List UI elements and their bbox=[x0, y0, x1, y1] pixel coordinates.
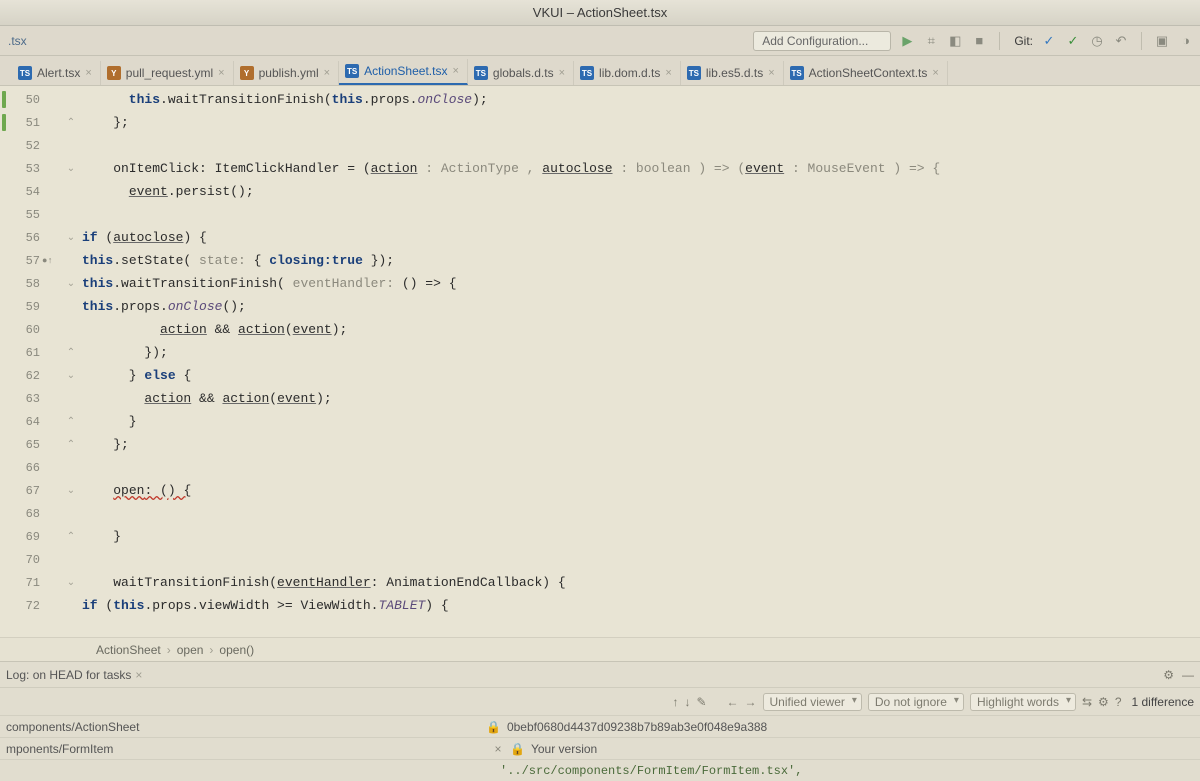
minimize-icon[interactable]: — bbox=[1182, 668, 1194, 682]
diff-left-path: mponents/FormItem bbox=[6, 742, 486, 756]
close-icon[interactable]: × bbox=[559, 67, 565, 79]
breadcrumb-item[interactable]: open bbox=[177, 643, 204, 657]
edit-icon[interactable]: ✎ bbox=[696, 695, 706, 709]
log-tab[interactable]: Log: on HEAD for tasks × bbox=[6, 668, 142, 682]
editor-tab-bar: TSAlert.tsx× Ypull_request.yml× Ypublish… bbox=[0, 56, 1200, 86]
run-icon[interactable]: ▶ bbox=[899, 33, 915, 49]
file-ext-tab[interactable]: .tsx bbox=[6, 32, 29, 50]
close-icon[interactable]: × bbox=[768, 67, 774, 79]
gear-icon[interactable]: ⚙ bbox=[1098, 695, 1109, 709]
editor-tab-active[interactable]: TSActionSheet.tsx× bbox=[339, 59, 468, 85]
ts-icon: TS bbox=[474, 66, 488, 80]
editor-tab[interactable]: Ypull_request.yml× bbox=[101, 61, 234, 85]
chevron-right-icon: › bbox=[209, 643, 213, 657]
breadcrumb[interactable]: ActionSheet › open › open() bbox=[0, 637, 1200, 661]
chevron-right-icon: › bbox=[167, 643, 171, 657]
git-label: Git: bbox=[1014, 34, 1033, 48]
diff-toolbar: ↑ ↓ ✎ ← → Unified viewer Do not ignore H… bbox=[0, 687, 1200, 715]
git-commit-icon[interactable]: ✓ bbox=[1065, 33, 1081, 49]
collapse-unchanged-icon[interactable]: ⇆ bbox=[1082, 695, 1092, 709]
close-icon[interactable]: × bbox=[324, 67, 330, 79]
diff-revision: 0bebf0680d4437d09238b7b89ab3e0f048e9a388 bbox=[507, 720, 767, 734]
lock-icon: 🔒 bbox=[486, 720, 501, 734]
close-icon[interactable]: × bbox=[85, 67, 91, 79]
breadcrumb-item[interactable]: open() bbox=[219, 643, 254, 657]
toolbar-separator bbox=[1141, 32, 1142, 50]
ts-icon: TS bbox=[790, 66, 804, 80]
settings-icon[interactable]: ◑ bbox=[1178, 33, 1194, 49]
debug-icon[interactable]: ⌗ bbox=[923, 33, 939, 49]
diff-header: components/ActionSheet 🔒 0bebf0680d4437d… bbox=[0, 715, 1200, 759]
next-file-icon[interactable]: ↓ bbox=[684, 695, 690, 709]
breadcrumb-item[interactable]: ActionSheet bbox=[96, 643, 161, 657]
editor-tab[interactable]: TSglobals.d.ts× bbox=[468, 61, 574, 85]
editor-tab[interactable]: TSAlert.tsx× bbox=[12, 61, 101, 85]
close-icon[interactable]: × bbox=[665, 67, 671, 79]
tool-window-tabs: Log: on HEAD for tasks × ⚙ — bbox=[0, 661, 1200, 687]
git-revert-icon[interactable]: ↶ bbox=[1113, 33, 1129, 49]
lock-icon: 🔒 bbox=[510, 742, 525, 756]
line-number-gutter: 5051525354555657 ●↑585960616263646566676… bbox=[0, 86, 60, 637]
close-icon[interactable]: × bbox=[452, 65, 458, 77]
search-everywhere-icon[interactable]: ▣ bbox=[1154, 33, 1170, 49]
gear-icon[interactable]: ⚙ bbox=[1163, 668, 1174, 682]
nav-forward-icon[interactable]: → bbox=[745, 695, 757, 709]
ignore-whitespace-dropdown[interactable]: Do not ignore bbox=[868, 693, 964, 711]
tsx-icon: TS bbox=[18, 66, 32, 80]
tsx-icon: TS bbox=[345, 64, 359, 78]
stop-icon[interactable]: ■ bbox=[971, 33, 987, 49]
diff-revision: Your version bbox=[531, 742, 597, 756]
yml-icon: Y bbox=[240, 66, 254, 80]
editor-tab[interactable]: TSlib.dom.d.ts× bbox=[574, 61, 681, 85]
diff-code-line: '../src/components/FormItem/FormItem.tsx… bbox=[0, 759, 1200, 781]
toolbar-separator bbox=[999, 32, 1000, 50]
highlight-dropdown[interactable]: Highlight words bbox=[970, 693, 1076, 711]
close-icon[interactable]: × bbox=[218, 67, 224, 79]
git-update-icon[interactable]: ✓ bbox=[1041, 33, 1057, 49]
editor-tab[interactable]: Ypublish.yml× bbox=[234, 61, 339, 85]
close-icon[interactable]: × bbox=[135, 668, 142, 682]
fold-column: ⌃⌄⌄⌄⌃⌄⌃⌃⌄⌃⌄ bbox=[60, 86, 82, 637]
help-icon[interactable]: ? bbox=[1115, 695, 1122, 709]
code-editor[interactable]: 5051525354555657 ●↑585960616263646566676… bbox=[0, 86, 1200, 661]
nav-back-icon[interactable]: ← bbox=[727, 695, 739, 709]
editor-tab[interactable]: TSActionSheetContext.ts× bbox=[784, 61, 948, 85]
coverage-icon[interactable]: ◧ bbox=[947, 33, 963, 49]
ts-icon: TS bbox=[580, 66, 594, 80]
main-toolbar: .tsx Add Configuration... ▶ ⌗ ◧ ■ Git: ✓… bbox=[0, 26, 1200, 56]
ts-icon: TS bbox=[687, 66, 701, 80]
code-content[interactable]: this.waitTransitionFinish(this.props.onC… bbox=[82, 86, 1200, 637]
window-title: VKUI – ActionSheet.tsx bbox=[0, 0, 1200, 26]
prev-file-icon[interactable]: ↑ bbox=[672, 695, 678, 709]
close-icon[interactable]: × bbox=[486, 742, 510, 756]
diff-count: 1 difference bbox=[1132, 695, 1195, 709]
diff-left-path: components/ActionSheet bbox=[6, 720, 486, 734]
close-icon[interactable]: × bbox=[932, 67, 938, 79]
run-config-dropdown[interactable]: Add Configuration... bbox=[753, 31, 891, 51]
viewer-mode-dropdown[interactable]: Unified viewer bbox=[763, 693, 862, 711]
editor-tab[interactable]: TSlib.es5.d.ts× bbox=[681, 61, 784, 85]
git-history-icon[interactable]: ◷ bbox=[1089, 33, 1105, 49]
yml-icon: Y bbox=[107, 66, 121, 80]
